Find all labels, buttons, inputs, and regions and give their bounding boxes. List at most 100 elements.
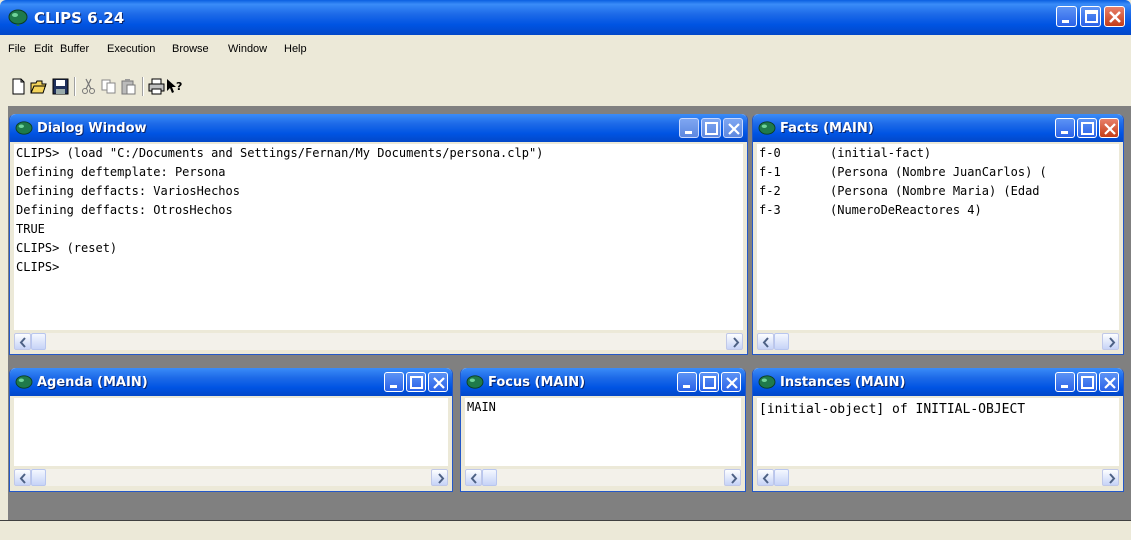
close-icon: [726, 377, 738, 389]
close-button[interactable]: [428, 372, 448, 392]
maximize-button[interactable]: [699, 372, 719, 392]
toolbar-separator: [142, 77, 144, 96]
close-button[interactable]: [721, 372, 741, 392]
maximize-button[interactable]: [406, 372, 426, 392]
scroll-thumb[interactable]: [774, 469, 789, 486]
instances-window-titlebar[interactable]: Instances (MAIN): [753, 368, 1123, 396]
app-titlebar[interactable]: CLIPS 6.24: [0, 0, 1131, 35]
fact-text: (Persona (Nombre Maria) (Edad: [830, 184, 1040, 198]
print-icon[interactable]: [148, 78, 165, 95]
dialog-line: CLIPS> (load "C:/Documents and Settings/…: [16, 146, 544, 160]
close-button[interactable]: [723, 118, 743, 138]
agenda-list[interactable]: [14, 398, 448, 466]
maximize-icon: [703, 376, 716, 389]
scroll-left-button[interactable]: [757, 469, 774, 486]
horizontal-scrollbar[interactable]: [757, 333, 1119, 350]
horizontal-scrollbar[interactable]: [465, 469, 741, 486]
focus-list[interactable]: MAIN: [465, 398, 741, 466]
clips-logo-icon: [15, 374, 33, 395]
minimize-icon: [1061, 385, 1068, 388]
cut-icon[interactable]: [80, 78, 97, 95]
dialog-window-title: Dialog Window: [37, 121, 147, 136]
horizontal-scrollbar[interactable]: [14, 469, 448, 486]
facts-list[interactable]: f-0 (initial-fact) f-1 (Persona (Nombre Ju…: [757, 144, 1119, 330]
maximize-button[interactable]: [1077, 118, 1097, 138]
fact-row: f-1 (Persona (Nombre JuanCarlos) (: [757, 163, 1119, 182]
status-bar: [0, 520, 1131, 540]
scroll-thumb[interactable]: [774, 333, 789, 350]
minimize-button[interactable]: [1055, 118, 1075, 138]
dialog-line: Defining deftemplate: Persona: [16, 165, 226, 179]
minimize-button[interactable]: [677, 372, 697, 392]
clips-logo-icon: [8, 8, 28, 31]
dialog-line: TRUE: [16, 222, 45, 236]
menu-bar: File Edit Buffer Execution Browse Window…: [0, 35, 1131, 69]
maximize-button[interactable]: [701, 118, 721, 138]
minimize-button[interactable]: [384, 372, 404, 392]
facts-window-title: Facts (MAIN): [780, 121, 874, 136]
dialog-line: CLIPS>: [16, 260, 60, 274]
menu-file[interactable]: File: [8, 43, 26, 55]
minimize-icon: [1062, 20, 1069, 23]
scroll-thumb[interactable]: [482, 469, 497, 486]
copy-icon[interactable]: [100, 78, 117, 95]
fact-text: (initial-fact): [830, 146, 932, 160]
scroll-thumb[interactable]: [31, 333, 46, 350]
minimize-button[interactable]: [679, 118, 699, 138]
close-button[interactable]: [1099, 372, 1119, 392]
open-folder-icon[interactable]: [30, 78, 47, 95]
close-icon: [1109, 11, 1121, 23]
close-button[interactable]: [1104, 6, 1125, 27]
scroll-right-button[interactable]: [1102, 333, 1119, 350]
fact-id: f-2: [759, 184, 781, 198]
svg-text:?: ?: [176, 80, 182, 93]
focus-window-title: Focus (MAIN): [488, 375, 586, 390]
chevron-right-icon: [1109, 473, 1116, 484]
dialog-window-titlebar[interactable]: Dialog Window: [10, 114, 747, 142]
minimize-button[interactable]: [1055, 372, 1075, 392]
scroll-thumb[interactable]: [31, 469, 46, 486]
scroll-right-button[interactable]: [726, 333, 743, 350]
maximize-button[interactable]: [1080, 6, 1101, 27]
new-file-icon[interactable]: [10, 78, 27, 95]
agenda-window-titlebar[interactable]: Agenda (MAIN): [10, 368, 452, 396]
focus-window-titlebar[interactable]: Focus (MAIN): [461, 368, 745, 396]
dialog-output[interactable]: CLIPS> (load "C:/Documents and Settings/…: [14, 144, 743, 330]
instances-window-title: Instances (MAIN): [780, 375, 906, 390]
menu-browse[interactable]: Browse: [172, 43, 209, 55]
paste-icon[interactable]: [120, 78, 137, 95]
agenda-window: Agenda (MAIN): [9, 368, 453, 492]
instances-window: Instances (MAIN) [initial-object] of INI…: [752, 368, 1124, 492]
menu-execution[interactable]: Execution: [107, 43, 155, 55]
fact-row: f-3 (NumeroDeReactores 4): [757, 201, 1119, 220]
toolbar: ?: [0, 69, 1131, 105]
clips-logo-icon: [15, 120, 33, 141]
save-icon[interactable]: [52, 78, 69, 95]
menu-help[interactable]: Help: [284, 43, 307, 55]
horizontal-scrollbar[interactable]: [14, 333, 743, 350]
fact-id: f-0: [759, 146, 781, 160]
dialog-line: CLIPS> (reset): [16, 241, 118, 255]
scroll-left-button[interactable]: [14, 469, 31, 486]
chevron-left-icon: [470, 473, 477, 484]
menu-edit[interactable]: Edit: [34, 43, 53, 55]
instances-list[interactable]: [initial-object] of INITIAL-OBJECT: [757, 398, 1119, 466]
menu-buffer[interactable]: Buffer: [60, 43, 89, 55]
facts-window: Facts (MAIN) f-0 (initial-fact) f-1 (Perso…: [752, 114, 1124, 355]
scroll-left-button[interactable]: [14, 333, 31, 350]
context-help-icon[interactable]: ?: [166, 78, 183, 95]
maximize-button[interactable]: [1077, 372, 1097, 392]
fact-id: f-1: [759, 165, 781, 179]
minimize-button[interactable]: [1056, 6, 1077, 27]
scroll-left-button[interactable]: [465, 469, 482, 486]
facts-window-titlebar[interactable]: Facts (MAIN): [753, 114, 1123, 142]
chevron-right-icon: [733, 337, 740, 348]
horizontal-scrollbar[interactable]: [757, 469, 1119, 486]
scroll-right-button[interactable]: [724, 469, 741, 486]
scroll-right-button[interactable]: [431, 469, 448, 486]
scroll-left-button[interactable]: [757, 333, 774, 350]
menu-window[interactable]: Window: [228, 43, 267, 55]
minimize-icon: [683, 385, 690, 388]
scroll-right-button[interactable]: [1102, 469, 1119, 486]
close-button[interactable]: [1099, 118, 1119, 138]
